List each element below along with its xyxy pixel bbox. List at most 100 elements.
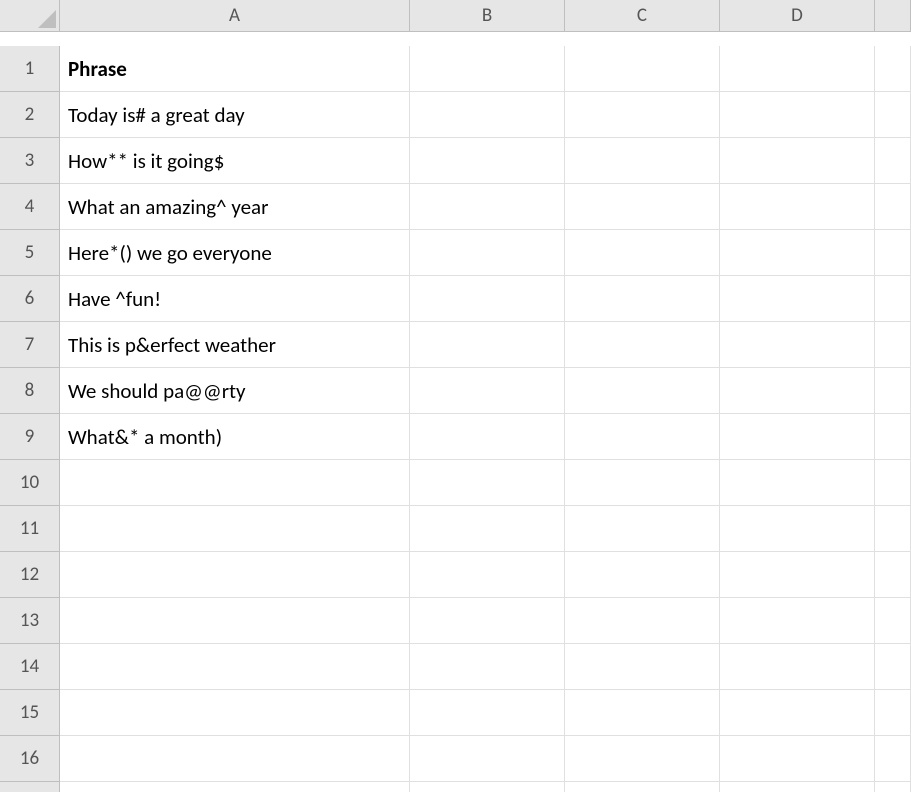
cell-A8[interactable]: We should pa@@rty <box>60 368 410 414</box>
cell-B7[interactable] <box>410 322 565 368</box>
cell-D14[interactable] <box>720 644 875 690</box>
row-header-5[interactable]: 5 <box>0 230 60 276</box>
cell-A15[interactable] <box>60 690 410 736</box>
cell-E8[interactable] <box>875 368 911 414</box>
cell-B15[interactable] <box>410 690 565 736</box>
cell-E16[interactable] <box>875 736 911 782</box>
cell-E10[interactable] <box>875 460 911 506</box>
cell-A10[interactable] <box>60 460 410 506</box>
cell-D11[interactable] <box>720 506 875 552</box>
cell-B16[interactable] <box>410 736 565 782</box>
cell-A11[interactable] <box>60 506 410 552</box>
cell-B2[interactable] <box>410 92 565 138</box>
cell-A13[interactable] <box>60 598 410 644</box>
cell-D1[interactable] <box>720 46 875 92</box>
cell-D15[interactable] <box>720 690 875 736</box>
column-header-partial[interactable] <box>875 0 911 32</box>
cell-B6[interactable] <box>410 276 565 322</box>
row-header-17[interactable]: 17 <box>0 782 60 792</box>
cell-C7[interactable] <box>565 322 720 368</box>
cell-C17[interactable] <box>565 782 720 792</box>
select-all-corner[interactable] <box>0 0 60 32</box>
cell-C10[interactable] <box>565 460 720 506</box>
cell-E14[interactable] <box>875 644 911 690</box>
cell-A7[interactable]: This is p&erfect weather <box>60 322 410 368</box>
cell-D13[interactable] <box>720 598 875 644</box>
row-header-3[interactable]: 3 <box>0 138 60 184</box>
cell-A9[interactable]: What&* a month) <box>60 414 410 460</box>
cell-E9[interactable] <box>875 414 911 460</box>
cell-D5[interactable] <box>720 230 875 276</box>
cell-A2[interactable]: Today is# a great day <box>60 92 410 138</box>
row-header-9[interactable]: 9 <box>0 414 60 460</box>
column-header-C[interactable]: C <box>565 0 720 32</box>
row-header-7[interactable]: 7 <box>0 322 60 368</box>
cell-C2[interactable] <box>565 92 720 138</box>
cell-A16[interactable] <box>60 736 410 782</box>
cell-C8[interactable] <box>565 368 720 414</box>
cell-D10[interactable] <box>720 460 875 506</box>
cell-C9[interactable] <box>565 414 720 460</box>
cell-B17[interactable] <box>410 782 565 792</box>
cell-E7[interactable] <box>875 322 911 368</box>
cell-D6[interactable] <box>720 276 875 322</box>
row-header-8[interactable]: 8 <box>0 368 60 414</box>
cell-B8[interactable] <box>410 368 565 414</box>
cell-D8[interactable] <box>720 368 875 414</box>
cell-A5[interactable]: Here*() we go everyone <box>60 230 410 276</box>
row-header-4[interactable]: 4 <box>0 184 60 230</box>
cell-B12[interactable] <box>410 552 565 598</box>
row-header-15[interactable]: 15 <box>0 690 60 736</box>
cell-B5[interactable] <box>410 230 565 276</box>
cell-A4[interactable]: What an amazing^ year <box>60 184 410 230</box>
spreadsheet-grid[interactable]: A B C D 1 Phrase 2 Today is# a great day… <box>0 0 911 792</box>
cell-A1[interactable]: Phrase <box>60 46 410 92</box>
cell-E13[interactable] <box>875 598 911 644</box>
cell-C14[interactable] <box>565 644 720 690</box>
row-header-10[interactable]: 10 <box>0 460 60 506</box>
cell-E3[interactable] <box>875 138 911 184</box>
cell-E15[interactable] <box>875 690 911 736</box>
row-header-12[interactable]: 12 <box>0 552 60 598</box>
cell-C5[interactable] <box>565 230 720 276</box>
cell-B3[interactable] <box>410 138 565 184</box>
cell-E2[interactable] <box>875 92 911 138</box>
cell-D9[interactable] <box>720 414 875 460</box>
cell-D2[interactable] <box>720 92 875 138</box>
row-header-13[interactable]: 13 <box>0 598 60 644</box>
cell-A17[interactable] <box>60 782 410 792</box>
row-header-16[interactable]: 16 <box>0 736 60 782</box>
cell-E5[interactable] <box>875 230 911 276</box>
column-header-D[interactable]: D <box>720 0 875 32</box>
cell-E1[interactable] <box>875 46 911 92</box>
cell-B11[interactable] <box>410 506 565 552</box>
cell-E4[interactable] <box>875 184 911 230</box>
cell-C3[interactable] <box>565 138 720 184</box>
cell-C13[interactable] <box>565 598 720 644</box>
cell-A6[interactable]: Have ^fun! <box>60 276 410 322</box>
cell-C6[interactable] <box>565 276 720 322</box>
cell-C11[interactable] <box>565 506 720 552</box>
row-header-11[interactable]: 11 <box>0 506 60 552</box>
row-header-1[interactable]: 1 <box>0 46 60 92</box>
cell-D3[interactable] <box>720 138 875 184</box>
cell-B1[interactable] <box>410 46 565 92</box>
cell-B4[interactable] <box>410 184 565 230</box>
cell-D16[interactable] <box>720 736 875 782</box>
column-header-B[interactable]: B <box>410 0 565 32</box>
cell-A12[interactable] <box>60 552 410 598</box>
cell-D12[interactable] <box>720 552 875 598</box>
cell-B10[interactable] <box>410 460 565 506</box>
cell-A14[interactable] <box>60 644 410 690</box>
cell-D4[interactable] <box>720 184 875 230</box>
column-header-A[interactable]: A <box>60 0 410 32</box>
cell-B14[interactable] <box>410 644 565 690</box>
cell-D17[interactable] <box>720 782 875 792</box>
row-header-2[interactable]: 2 <box>0 92 60 138</box>
cell-E17[interactable] <box>875 782 911 792</box>
row-header-6[interactable]: 6 <box>0 276 60 322</box>
cell-E6[interactable] <box>875 276 911 322</box>
cell-C16[interactable] <box>565 736 720 782</box>
cell-D7[interactable] <box>720 322 875 368</box>
cell-B9[interactable] <box>410 414 565 460</box>
